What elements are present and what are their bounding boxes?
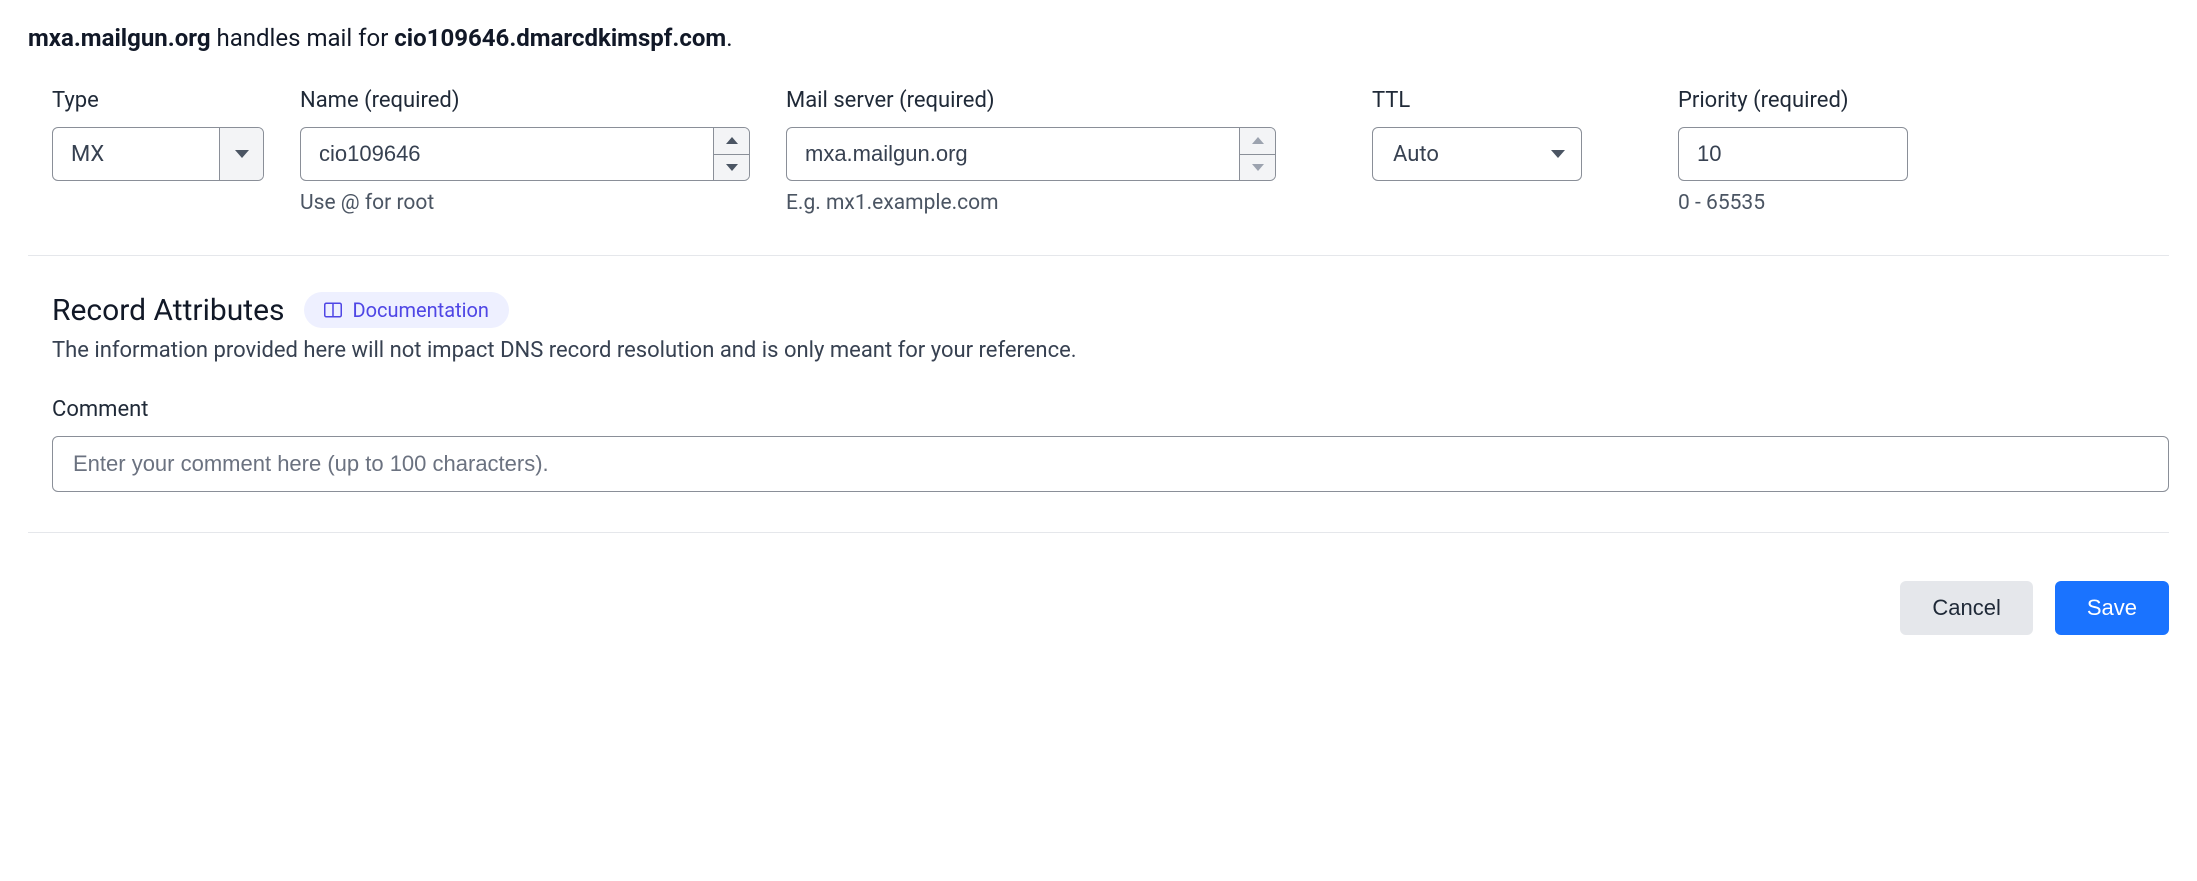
field-ttl: TTL Auto (1372, 88, 1582, 215)
summary-server: mxa.mailgun.org (28, 24, 211, 52)
cancel-button[interactable]: Cancel (1900, 581, 2032, 635)
triangle-down-icon (726, 164, 738, 171)
field-mailserver: Mail server (required) E.g. mx1.example.… (786, 88, 1276, 215)
priority-input[interactable] (1678, 127, 1908, 181)
chevron-down-icon (235, 150, 249, 158)
save-button[interactable]: Save (2055, 581, 2169, 635)
name-label: Name (required) (300, 88, 750, 113)
ttl-select[interactable]: Auto (1372, 127, 1582, 181)
section-divider (28, 255, 2169, 256)
field-priority: Priority (required) 0 - 65535 (1678, 88, 1908, 215)
name-input[interactable] (301, 128, 713, 180)
mailserver-step-up[interactable] (1240, 128, 1275, 154)
field-name: Name (required) Use @ for root (300, 88, 750, 215)
comment-input[interactable] (52, 436, 2169, 492)
documentation-link-label: Documentation (352, 298, 489, 322)
mailserver-input[interactable] (787, 128, 1239, 180)
triangle-down-icon (1252, 164, 1264, 171)
mailserver-stepper[interactable] (1239, 128, 1275, 180)
triangle-up-icon (1252, 137, 1264, 144)
ttl-label: TTL (1372, 88, 1582, 113)
name-input-wrap (300, 127, 750, 181)
footer-actions: Cancel Save (28, 581, 2169, 635)
name-stepper[interactable] (713, 128, 749, 180)
ttl-select-value: Auto (1393, 142, 1439, 167)
name-step-up[interactable] (714, 128, 749, 154)
summary-domain: cio109646.dmarcdkimspf.com (394, 24, 726, 52)
priority-label: Priority (required) (1678, 88, 1908, 113)
mailserver-help: E.g. mx1.example.com (786, 191, 1276, 215)
type-select[interactable]: MX (52, 127, 264, 181)
name-step-down[interactable] (714, 154, 749, 181)
type-select-button[interactable] (219, 128, 263, 180)
chevron-down-icon (1551, 150, 1565, 158)
record-fields-row: Type MX Name (required) Use @ for root M… (28, 88, 2169, 215)
name-help: Use @ for root (300, 191, 750, 215)
type-label: Type (52, 88, 264, 113)
field-type: Type MX (52, 88, 264, 215)
record-attributes-section: Record Attributes Documentation The info… (28, 292, 2169, 492)
mailserver-step-down[interactable] (1240, 154, 1275, 181)
summary-sentence: mxa.mailgun.org handles mail for cio1096… (28, 24, 2169, 52)
mailserver-label: Mail server (required) (786, 88, 1276, 113)
footer-divider (28, 532, 2169, 533)
documentation-link[interactable]: Documentation (304, 292, 509, 328)
triangle-up-icon (726, 137, 738, 144)
book-icon (324, 302, 342, 318)
comment-label: Comment (52, 397, 2169, 422)
record-attributes-heading: Record Attributes (52, 293, 284, 328)
mailserver-input-wrap (786, 127, 1276, 181)
type-select-value: MX (53, 128, 219, 180)
priority-help: 0 - 65535 (1678, 191, 1908, 215)
summary-middle: handles mail for (211, 24, 395, 52)
record-attributes-description: The information provided here will not i… (52, 338, 2169, 363)
summary-trailing: . (726, 24, 732, 52)
